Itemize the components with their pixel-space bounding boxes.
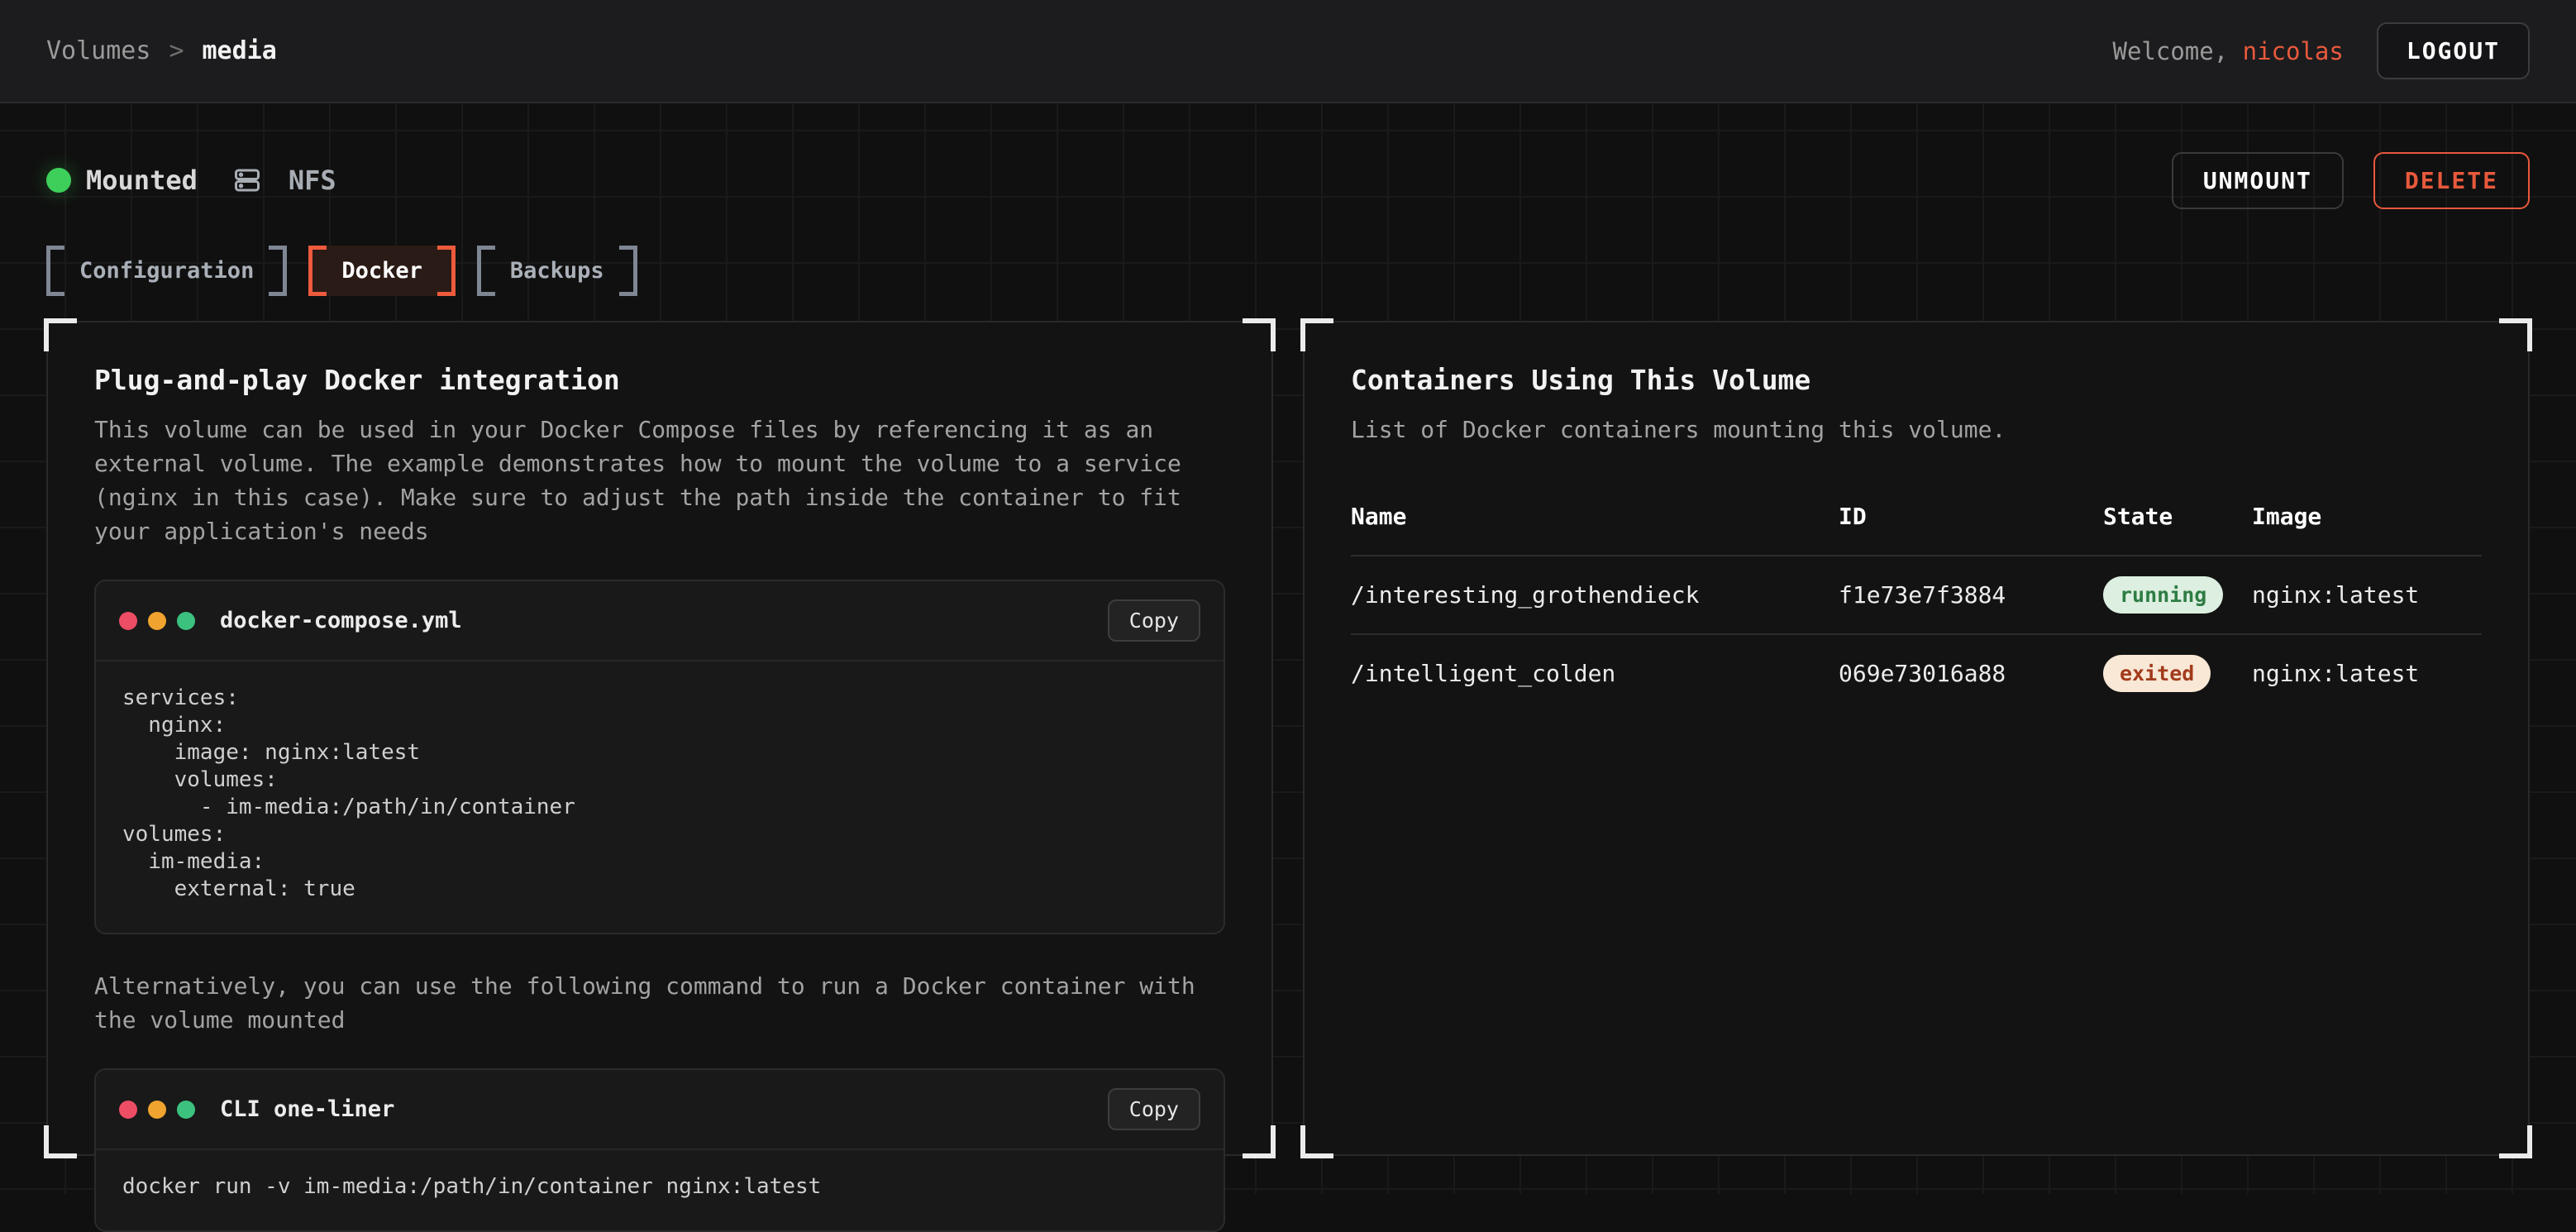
state-badge-exited: exited [2103,655,2211,692]
window-dots [119,612,195,630]
corner-bracket [1243,318,1276,351]
container-image: nginx:latest [2252,581,2482,609]
welcome-text: Welcome, nicolas [2112,37,2343,65]
container-image: nginx:latest [2252,660,2482,687]
container-name: /intelligent_colden [1351,660,1839,687]
column-header-name: Name [1351,503,1839,530]
breadcrumb-volumes-link[interactable]: Volumes [46,36,150,65]
container-name: /interesting_grothendieck [1351,581,1839,609]
window-dot-green-icon [177,612,195,630]
driver-type-label: NFS [289,165,336,196]
mounted-status-label: Mounted [86,165,198,196]
logout-button[interactable]: LOGOUT [2377,22,2530,79]
docker-panel-title: Plug-and-play Docker integration [94,364,1225,396]
username: nicolas [2243,37,2344,65]
cli-code-header: CLI one-liner Copy [96,1070,1224,1150]
corner-bracket [2499,1125,2532,1158]
compose-code-header: docker-compose.yml Copy [96,581,1224,661]
window-dot-red-icon [119,1101,137,1119]
tab-docker[interactable]: Docker [308,246,456,296]
containers-panel: Containers Using This Volume List of Doc… [1303,321,2530,1156]
tab-bar: Configuration Docker Backups [46,246,2530,296]
containers-panel-title: Containers Using This Volume [1351,364,2482,396]
breadcrumb: Volumes > media [46,36,277,65]
compose-code-block: docker-compose.yml Copy services: nginx:… [94,580,1225,934]
state-badge-running: running [2103,576,2223,614]
containers-table: Name ID State Image /interesting_grothen… [1351,489,2482,712]
window-dots [119,1101,195,1119]
mounted-status-dot [46,168,71,193]
docker-panel-description: This volume can be used in your Docker C… [94,413,1225,548]
unmount-button[interactable]: UNMOUNT [2172,152,2344,209]
window-dot-amber-icon [148,1101,166,1119]
main-content: Mounted NFS UNMOUNT DELETE Configuration… [0,103,2576,1194]
tab-backups[interactable]: Backups [477,246,637,296]
volume-status-row: Mounted NFS UNMOUNT DELETE [46,153,2530,208]
window-dot-green-icon [177,1101,195,1119]
column-header-state: State [2103,503,2252,530]
cli-filename: CLI one-liner [220,1096,1108,1122]
cli-code-content: docker run -v im-media:/path/in/containe… [96,1150,1224,1230]
welcome-prefix: Welcome, [2112,37,2242,65]
copy-compose-button[interactable]: Copy [1108,599,1200,642]
container-id: f1e73e7f3884 [1839,581,2103,609]
corner-bracket [1300,318,1333,351]
top-bar: Volumes > media Welcome, nicolas LOGOUT [0,0,2576,103]
corner-bracket [1300,1125,1333,1158]
corner-bracket [44,318,77,351]
compose-code-content: services: nginx: image: nginx:latest vol… [96,661,1224,933]
copy-cli-button[interactable]: Copy [1108,1088,1200,1130]
corner-bracket [44,1125,77,1158]
compose-filename: docker-compose.yml [220,608,1108,633]
window-dot-red-icon [119,612,137,630]
cli-intro-text: Alternatively, you can use the following… [94,969,1225,1037]
docker-integration-panel: Plug-and-play Docker integration This vo… [46,321,1273,1156]
containers-panel-subtitle: List of Docker containers mounting this … [1351,413,2482,446]
corner-bracket [1243,1125,1276,1158]
table-row: /intelligent_colden 069e73016a88 exited … [1351,633,2482,712]
breadcrumb-separator: > [169,36,184,65]
corner-bracket [2499,318,2532,351]
tab-configuration[interactable]: Configuration [46,246,287,296]
breadcrumb-current-volume: media [203,36,277,65]
column-header-id: ID [1839,503,2103,530]
table-row: /interesting_grothendieck f1e73e7f3884 r… [1351,555,2482,633]
nfs-server-icon [232,165,262,195]
column-header-image: Image [2252,503,2482,530]
cli-code-block: CLI one-liner Copy docker run -v im-medi… [94,1068,1225,1232]
delete-button[interactable]: DELETE [2373,152,2530,209]
window-dot-amber-icon [148,612,166,630]
table-header-row: Name ID State Image [1351,489,2482,555]
container-id: 069e73016a88 [1839,660,2103,687]
